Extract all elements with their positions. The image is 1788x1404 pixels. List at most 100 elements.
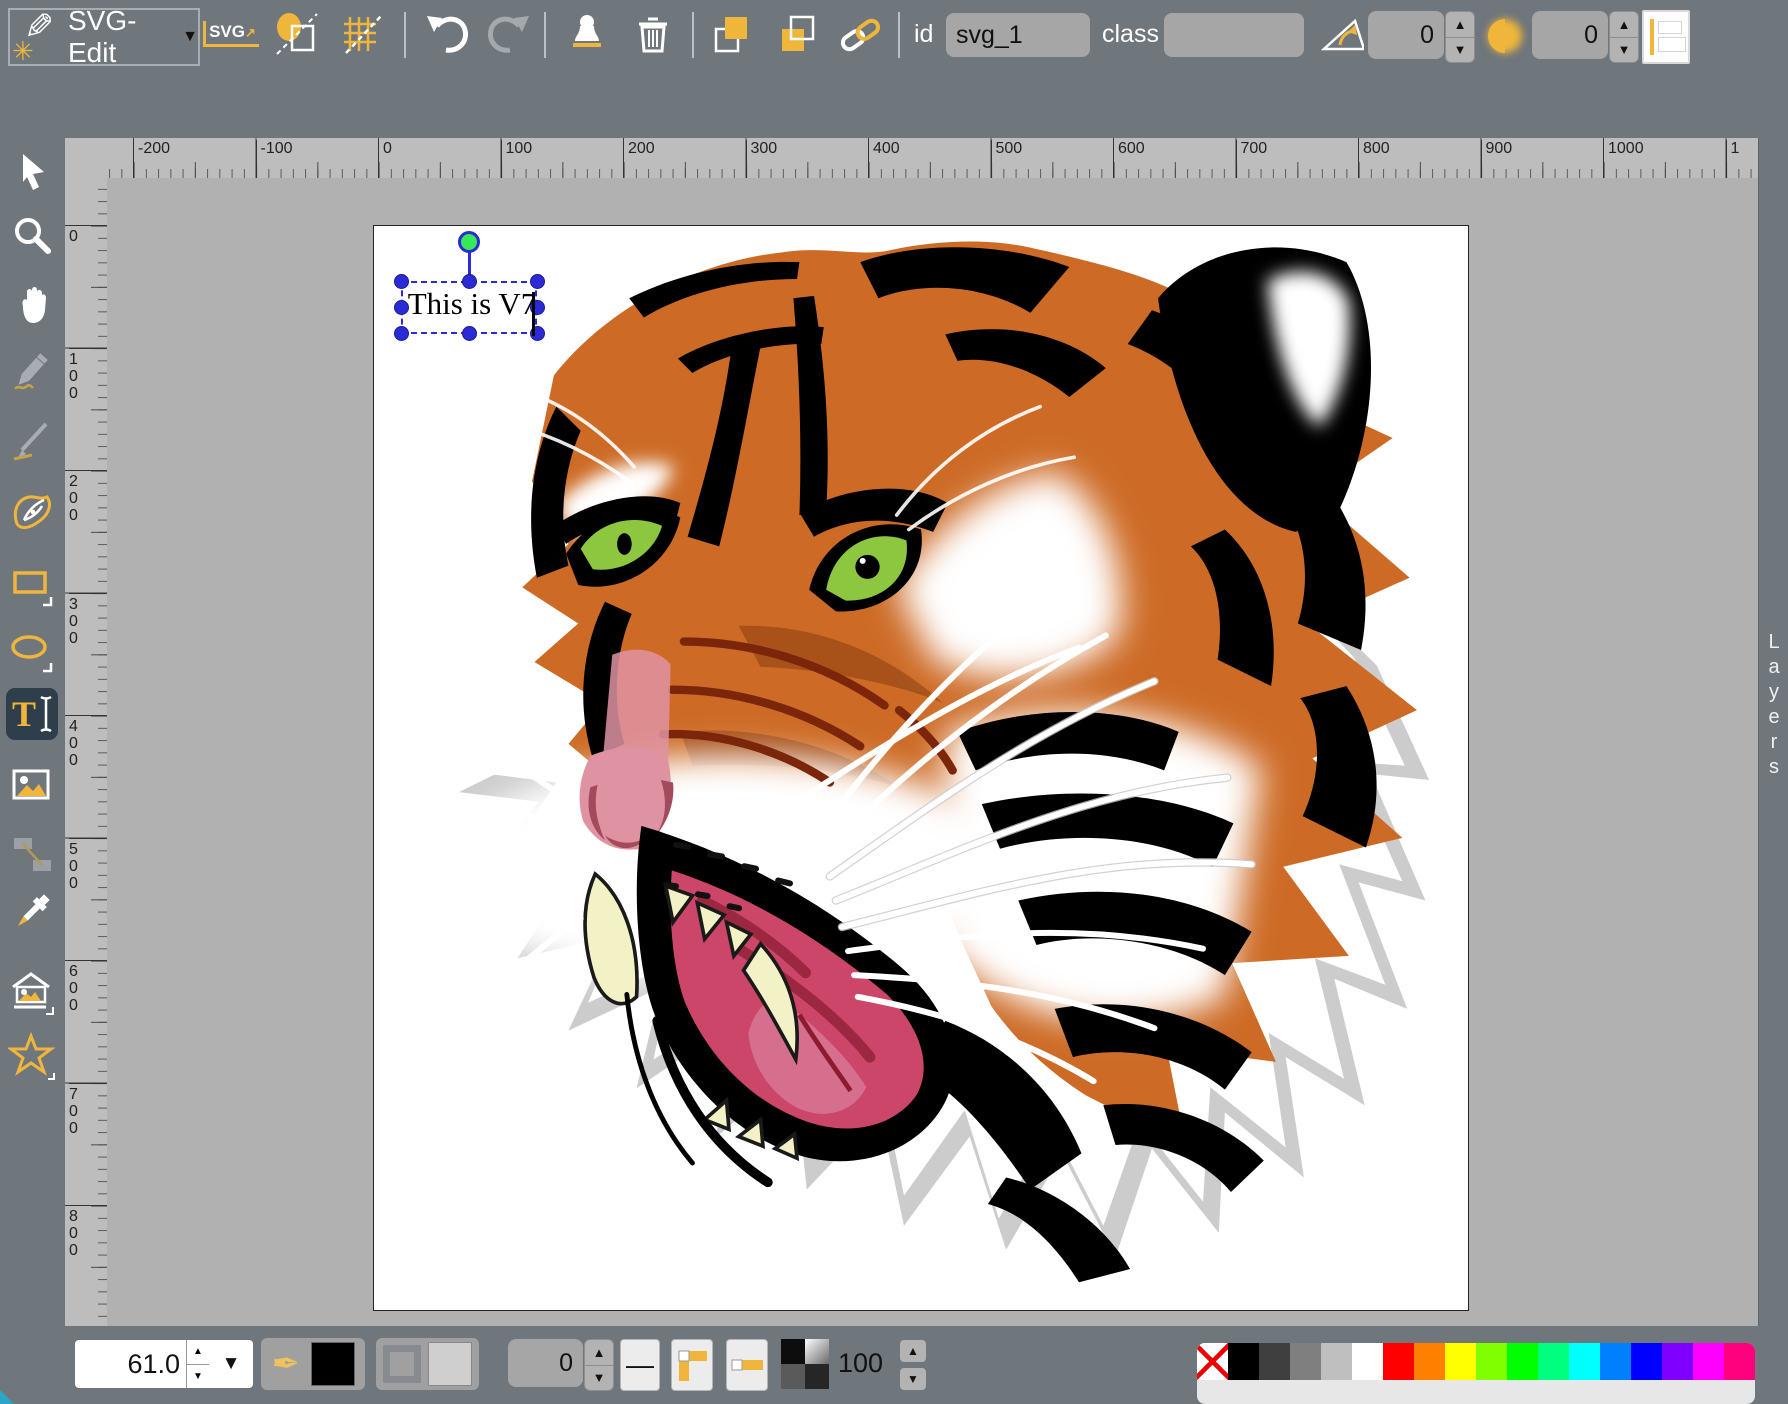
layers-panel-toggle[interactable]: Layers — [1758, 138, 1788, 1326]
palette-swatch[interactable] — [1259, 1343, 1290, 1380]
undo-button[interactable] — [424, 10, 470, 58]
svg-source-icon: SVG↗ — [203, 21, 259, 47]
class-field[interactable] — [1164, 13, 1304, 57]
move-top-button[interactable] — [708, 10, 754, 58]
main-menu-button[interactable]: ✳ ✎ SVG-Edit ▼ — [8, 8, 200, 66]
rotate-handle[interactable] — [458, 231, 480, 253]
svg-source-button[interactable]: SVG↗ — [208, 10, 254, 58]
tool-image[interactable] — [6, 760, 58, 812]
tool-rect[interactable] — [6, 560, 58, 612]
tool-line[interactable] — [6, 414, 58, 466]
palette-swatch[interactable] — [1724, 1343, 1755, 1380]
palette-swatch[interactable] — [1290, 1343, 1321, 1380]
ruler-label: 0 — [69, 225, 105, 245]
palette-swatch[interactable] — [1321, 1343, 1352, 1380]
zoom-control[interactable]: 61.0 ▲ ▼ ▼ — [75, 1340, 253, 1388]
stroke-width-spinner[interactable]: ▲▼ — [584, 1339, 614, 1391]
ruler-label: 400 — [868, 140, 900, 178]
align-button[interactable] — [1642, 10, 1690, 64]
id-field[interactable] — [946, 13, 1090, 57]
stroke-swatch — [428, 1342, 472, 1386]
redo-button[interactable] — [486, 10, 532, 58]
delete-button[interactable] — [630, 10, 676, 58]
stroke-square-icon — [383, 1345, 421, 1383]
palette-swatch[interactable] — [1476, 1343, 1507, 1380]
clone-button[interactable] — [564, 10, 610, 58]
tool-ellipse[interactable] — [6, 626, 58, 678]
palette-swatch[interactable] — [1352, 1343, 1383, 1380]
grid-snap-button[interactable] — [340, 10, 386, 58]
opacity-down-button[interactable]: ▼ — [900, 1368, 926, 1390]
palette-swatch[interactable] — [1693, 1343, 1724, 1380]
wireframe-mode-button[interactable] — [274, 10, 320, 58]
handle-nw[interactable] — [394, 274, 409, 289]
svg-canvas[interactable]: This is V7 — [373, 225, 1469, 1311]
rotation-field[interactable] — [1368, 11, 1444, 59]
handle-s[interactable] — [462, 326, 477, 341]
palette-swatch[interactable] — [1414, 1343, 1445, 1380]
ruler-label: 1 0 0 — [69, 348, 105, 402]
stroke-color-button[interactable] — [376, 1338, 479, 1390]
palette-swatch[interactable] — [1383, 1343, 1414, 1380]
linejoin-button[interactable] — [671, 1339, 713, 1391]
palette-swatch[interactable] — [1228, 1343, 1259, 1380]
opacity-up-button[interactable]: ▲ — [900, 1340, 926, 1362]
fill-color-button[interactable]: ✒ — [261, 1338, 365, 1390]
linecap-icon — [729, 1345, 765, 1385]
ruler-label: 200 — [623, 140, 655, 178]
text-tool-icon: T — [12, 693, 36, 735]
palette-swatch[interactable] — [1507, 1343, 1538, 1380]
blur-spinner[interactable]: ▲▼ — [1609, 11, 1639, 63]
layers-panel-title: Layers — [1759, 630, 1788, 780]
palette-swatch[interactable] — [1662, 1343, 1693, 1380]
tool-pan[interactable] — [6, 278, 58, 330]
move-to-bottom-icon — [774, 11, 820, 57]
handle-n[interactable] — [462, 274, 477, 289]
tool-star[interactable] — [6, 1030, 58, 1082]
tool-zoom[interactable] — [6, 210, 58, 262]
handle-ne[interactable] — [530, 274, 545, 289]
handle-sw[interactable] — [394, 326, 409, 341]
palette-swatch[interactable] — [1569, 1343, 1600, 1380]
palette-swatch[interactable] — [1445, 1343, 1476, 1380]
blur-field[interactable] — [1532, 11, 1608, 59]
tool-eyedropper[interactable] — [6, 886, 58, 938]
palette-swatch[interactable] — [1197, 1343, 1228, 1380]
palette-swatch[interactable] — [1600, 1343, 1631, 1380]
hand-icon — [10, 282, 54, 326]
rotation-spinner[interactable]: ▲▼ — [1445, 11, 1475, 63]
image-icon — [9, 763, 55, 809]
move-to-top-icon — [708, 11, 754, 57]
tool-text[interactable]: T — [6, 688, 58, 740]
dash-style-button[interactable]: — — [620, 1339, 660, 1391]
tool-shape-library[interactable] — [6, 966, 58, 1018]
zoom-spinner[interactable]: ▲ ▼ — [186, 1340, 209, 1388]
tool-pencil[interactable] — [6, 346, 58, 398]
linecap-button[interactable] — [726, 1339, 768, 1391]
ruler-label: -100 — [256, 140, 293, 178]
top-ruler: -200-10001002003004005006007008009001000… — [107, 138, 1758, 179]
zoom-dropdown-icon[interactable]: ▼ — [209, 1353, 253, 1375]
connector-icon — [9, 831, 55, 877]
svg-edit-app: ✳ ✎ SVG-Edit ▼ SVG↗ — [0, 0, 1788, 1404]
stroke-width-field[interactable] — [508, 1339, 583, 1387]
make-link-button[interactable] — [838, 10, 884, 58]
stamp-icon — [564, 11, 610, 57]
line-icon — [10, 418, 54, 462]
move-bottom-button[interactable] — [774, 10, 820, 58]
ruler-label: 600 — [1113, 140, 1145, 178]
corner-grip[interactable] — [0, 1390, 16, 1404]
palette-swatch[interactable] — [1538, 1343, 1569, 1380]
shape-library-icon — [8, 968, 56, 1016]
tool-path[interactable] — [6, 486, 58, 538]
ruler-label: 1 — [1726, 140, 1740, 178]
tiger-drawing[interactable] — [374, 226, 1468, 1310]
bottom-toolbar: 61.0 ▲ ▼ ▼ ✒ ▲▼ — — [0, 1326, 1788, 1404]
tool-connector[interactable] — [6, 828, 58, 880]
color-palette — [1197, 1343, 1755, 1404]
palette-swatch[interactable] — [1631, 1343, 1662, 1380]
workspace[interactable]: This is V7 — [107, 178, 1758, 1326]
tool-select[interactable] — [6, 146, 58, 198]
handle-w[interactable] — [394, 300, 409, 315]
select-arrow-icon — [10, 150, 54, 194]
